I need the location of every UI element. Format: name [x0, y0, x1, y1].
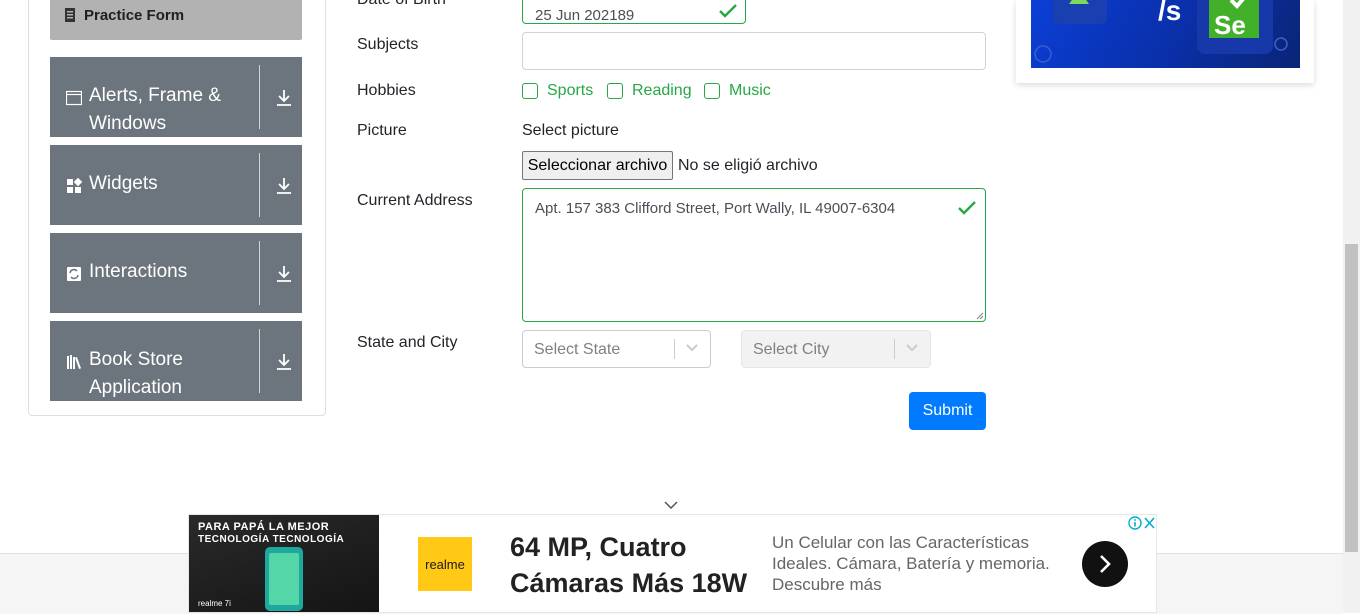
sidebar-group-label: Interactions [89, 261, 188, 282]
sidebar-item-label: Practice Form [84, 6, 185, 24]
bottom-ad-banner[interactable]: PARA PAPÁ LA MEJOR TECNOLOGÍA TECNOLOGÍA… [188, 514, 1157, 613]
checkbox-label: Sports [547, 82, 594, 99]
ad-image-text: PARA PAPÁ LA MEJOR [198, 521, 330, 533]
ad-headline-line: Cámaras Más 18W [510, 568, 748, 598]
checkbox-box[interactable] [522, 83, 538, 99]
state-placeholder: Select State [534, 341, 621, 358]
divider [259, 65, 260, 129]
hobby-music-checkbox[interactable]: Music [704, 82, 771, 100]
valid-check-icon [719, 4, 737, 18]
sidebar-group-alerts-frame-windows[interactable]: Alerts, Frame & Windows [50, 57, 302, 137]
svg-text:Se: Se [1214, 10, 1246, 40]
choose-file-button[interactable]: Seleccionar archivo [522, 151, 673, 180]
subjects-label: Subjects [357, 36, 419, 53]
dob-label: Date of Birth [357, 0, 446, 9]
widgets-icon [67, 178, 82, 193]
file-status: No se eligió archivo [678, 157, 818, 174]
chevron-down-icon[interactable] [905, 343, 919, 353]
form-icon [65, 8, 75, 22]
ad-choices-icon[interactable] [1128, 516, 1156, 530]
dob-input[interactable]: 25 Jun 202189 [522, 0, 746, 24]
phone-icon [265, 547, 303, 611]
sidebar-group-widgets[interactable]: Widgets [50, 145, 302, 225]
books-icon [67, 355, 81, 369]
dob-value: 25 Jun 202189 [535, 7, 635, 24]
ad-headline: 64 MP, Cuatro Cámaras Más 18W [510, 529, 760, 601]
ad-description: Un Celular con las Características Ideal… [772, 533, 1050, 594]
checkbox-label: Music [729, 82, 771, 99]
ad-go-button[interactable] [1082, 541, 1128, 587]
current-address-value: Apt. 157 383 Clifford Street, Port Wally… [535, 200, 896, 217]
picture-label: Picture [357, 122, 407, 139]
hobbies-label: Hobbies [357, 82, 416, 99]
checkbox-box[interactable] [704, 83, 720, 99]
selenium-logo-icon: /s Se [1034, 0, 1288, 63]
select-picture-title: Select picture [522, 122, 619, 139]
divider [259, 329, 260, 393]
current-address-textarea[interactable]: Apt. 157 383 Clifford Street, Port Wally… [522, 188, 986, 322]
city-placeholder: Select City [753, 341, 830, 358]
side-ad-image[interactable]: /s Se [1031, 0, 1300, 68]
interactions-icon [67, 267, 81, 281]
divider [259, 241, 260, 305]
valid-check-icon [958, 201, 976, 215]
submit-button[interactable]: Submit [909, 392, 986, 430]
realme-logo: realme [418, 537, 472, 591]
ad-image-brand: realme 7i [198, 599, 231, 608]
chevron-right-icon [1100, 555, 1111, 573]
hobby-reading-checkbox[interactable]: Reading [607, 82, 692, 100]
chevron-down-icon[interactable] [664, 500, 678, 510]
download-icon[interactable] [275, 352, 293, 372]
ad-headline-line: 64 MP, Cuatro [510, 532, 687, 562]
current-address-label: Current Address [357, 192, 473, 209]
checkbox-box[interactable] [607, 83, 623, 99]
city-select[interactable]: Select City [741, 330, 931, 368]
resize-handle-icon[interactable] [976, 312, 984, 320]
state-select[interactable]: Select State [522, 330, 711, 368]
ad-image[interactable]: PARA PAPÁ LA MEJOR TECNOLOGÍA TECNOLOGÍA… [189, 515, 379, 612]
subjects-input[interactable] [522, 32, 986, 70]
divider [894, 339, 895, 359]
chevron-down-icon[interactable] [685, 343, 699, 353]
sidebar-group-label: Alerts, Frame & Windows [89, 85, 221, 134]
divider [674, 339, 675, 359]
divider [259, 153, 260, 217]
download-icon[interactable] [275, 264, 293, 284]
ad-image-text: TECNOLOGÍA TECNOLOGÍA [198, 534, 345, 545]
checkbox-label: Reading [632, 82, 692, 99]
download-icon[interactable] [275, 176, 293, 196]
svg-text:/s: /s [1158, 0, 1181, 26]
sidebar-group-book-store[interactable]: Book Store Application [50, 321, 302, 401]
sidebar-group-label: Widgets [89, 173, 158, 194]
hobby-sports-checkbox[interactable]: Sports [522, 82, 593, 100]
state-city-label: State and City [357, 334, 458, 351]
download-icon[interactable] [275, 88, 293, 108]
sidebar-group-label: Book Store Application [89, 349, 183, 398]
sidebar-item-practice-form[interactable]: Practice Form [50, 0, 302, 40]
window-icon [66, 90, 82, 106]
page-scrollbar-thumb[interactable] [1345, 244, 1358, 552]
sidebar-group-interactions[interactable]: Interactions [50, 233, 302, 313]
